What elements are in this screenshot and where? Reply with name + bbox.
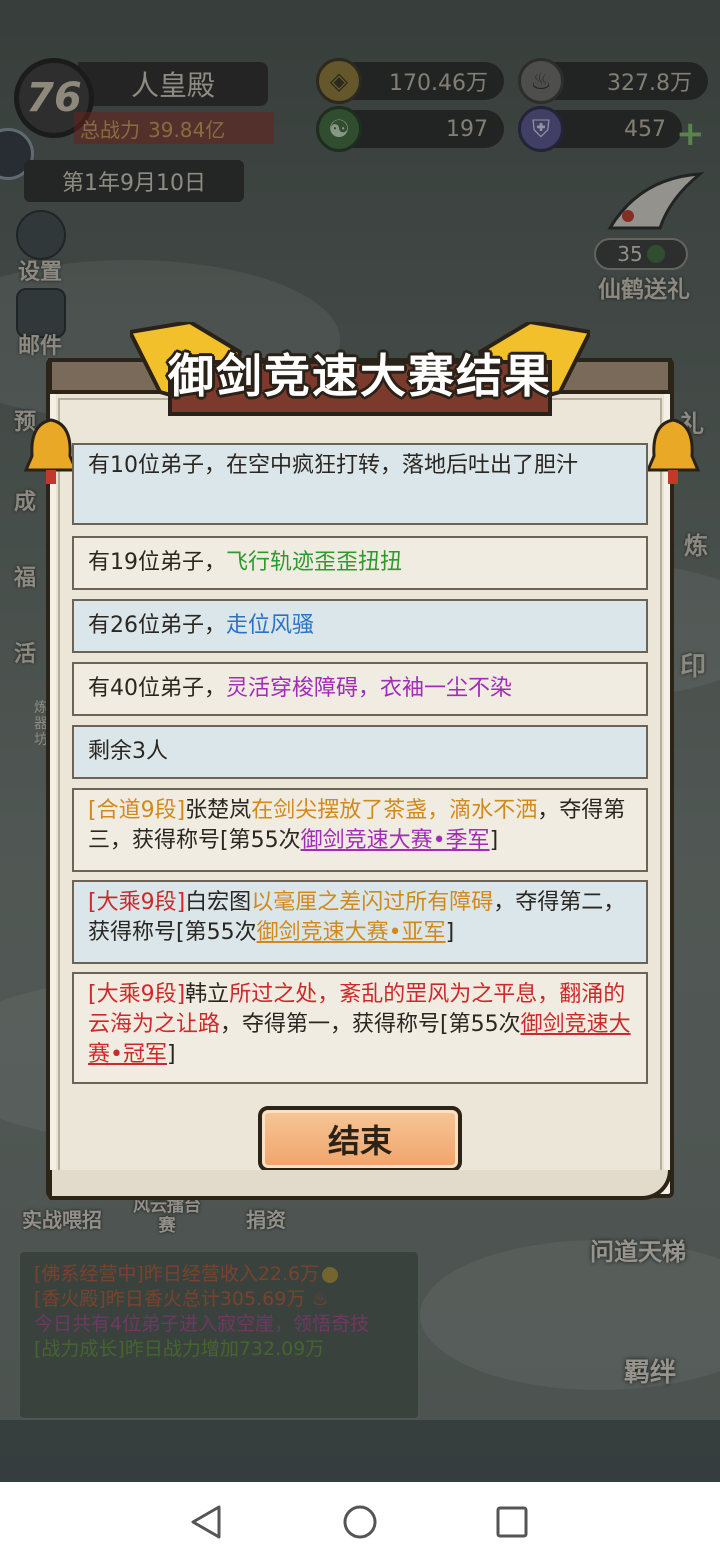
result-text: 有40位弟子， <box>88 676 226 701</box>
recents-button[interactable] <box>490 1500 534 1544</box>
result-text: 有10位弟子，在空中疯狂打转，落地后吐出了胆汁 <box>88 453 578 478</box>
result-text: 有26位弟子， <box>88 613 226 638</box>
disciple-name: 韩立 <box>185 982 230 1007</box>
end-button-label: 结束 <box>327 1122 392 1160</box>
result-text: ] <box>489 828 499 853</box>
title-link[interactable]: 御剑竞速大赛•季军 <box>301 828 490 853</box>
result-highlight: 灵活穿梭障碍，衣袖一尘不染 <box>226 676 513 701</box>
result-text: ，夺得第一，获得称号[第55次 <box>220 1012 521 1037</box>
disciple-name: 张楚岚 <box>185 798 252 823</box>
result-highlight: 走位风骚 <box>226 613 315 638</box>
end-button[interactable]: 结束 <box>258 1106 462 1172</box>
back-triangle-icon <box>191 1505 221 1539</box>
home-circle-icon <box>343 1505 377 1539</box>
modal-title: 御剑竞速大赛结果 <box>168 349 552 403</box>
result-highlight: 飞行轨迹歪歪扭扭 <box>226 550 403 575</box>
rank-text: [大乘9段] <box>88 890 186 915</box>
scroll-bottom-curl <box>48 1170 672 1200</box>
result-row-first-place: [大乘9段]韩立所过之处，紊乱的罡风为之平息，翻涌的云海为之让路，夺得第一，获得… <box>72 972 648 1084</box>
recents-square-icon <box>496 1506 528 1538</box>
feat-text: 在剑尖摆放了茶盏，滴水不洒 <box>251 798 538 823</box>
bell-icon <box>645 418 701 484</box>
home-button[interactable] <box>338 1500 382 1544</box>
rank-text: [大乘9段] <box>88 982 186 1007</box>
result-row: 有19位弟子，飞行轨迹歪歪扭扭 <box>72 536 648 590</box>
back-button[interactable] <box>184 1500 228 1544</box>
disciple-name: 白宏图 <box>185 890 252 915</box>
result-text: 有19位弟子， <box>88 550 226 575</box>
result-row-third-place: [合道9段]张楚岚在剑尖摆放了茶盏，滴水不洒，夺得第三，获得称号[第55次御剑竞… <box>72 788 648 872</box>
title-link[interactable]: 御剑竞速大赛•亚军 <box>257 920 446 945</box>
result-row: 有10位弟子，在空中疯狂打转，落地后吐出了胆汁 <box>72 443 648 525</box>
feat-text: 以毫厘之差闪过所有障碍 <box>251 890 494 915</box>
rank-text: [合道9段] <box>88 798 186 823</box>
result-row: 剩余3人 <box>72 725 648 779</box>
result-text: ] <box>166 1042 176 1067</box>
result-text: ] <box>445 920 455 945</box>
result-text: 剩余3人 <box>88 739 168 764</box>
result-row: 有26位弟子，走位风骚 <box>72 599 648 653</box>
result-row: 有40位弟子，灵活穿梭障碍，衣袖一尘不染 <box>72 662 648 716</box>
result-row-second-place: [大乘9段]白宏图以毫厘之差闪过所有障碍，夺得第二，获得称号[第55次御剑竞速大… <box>72 880 648 964</box>
